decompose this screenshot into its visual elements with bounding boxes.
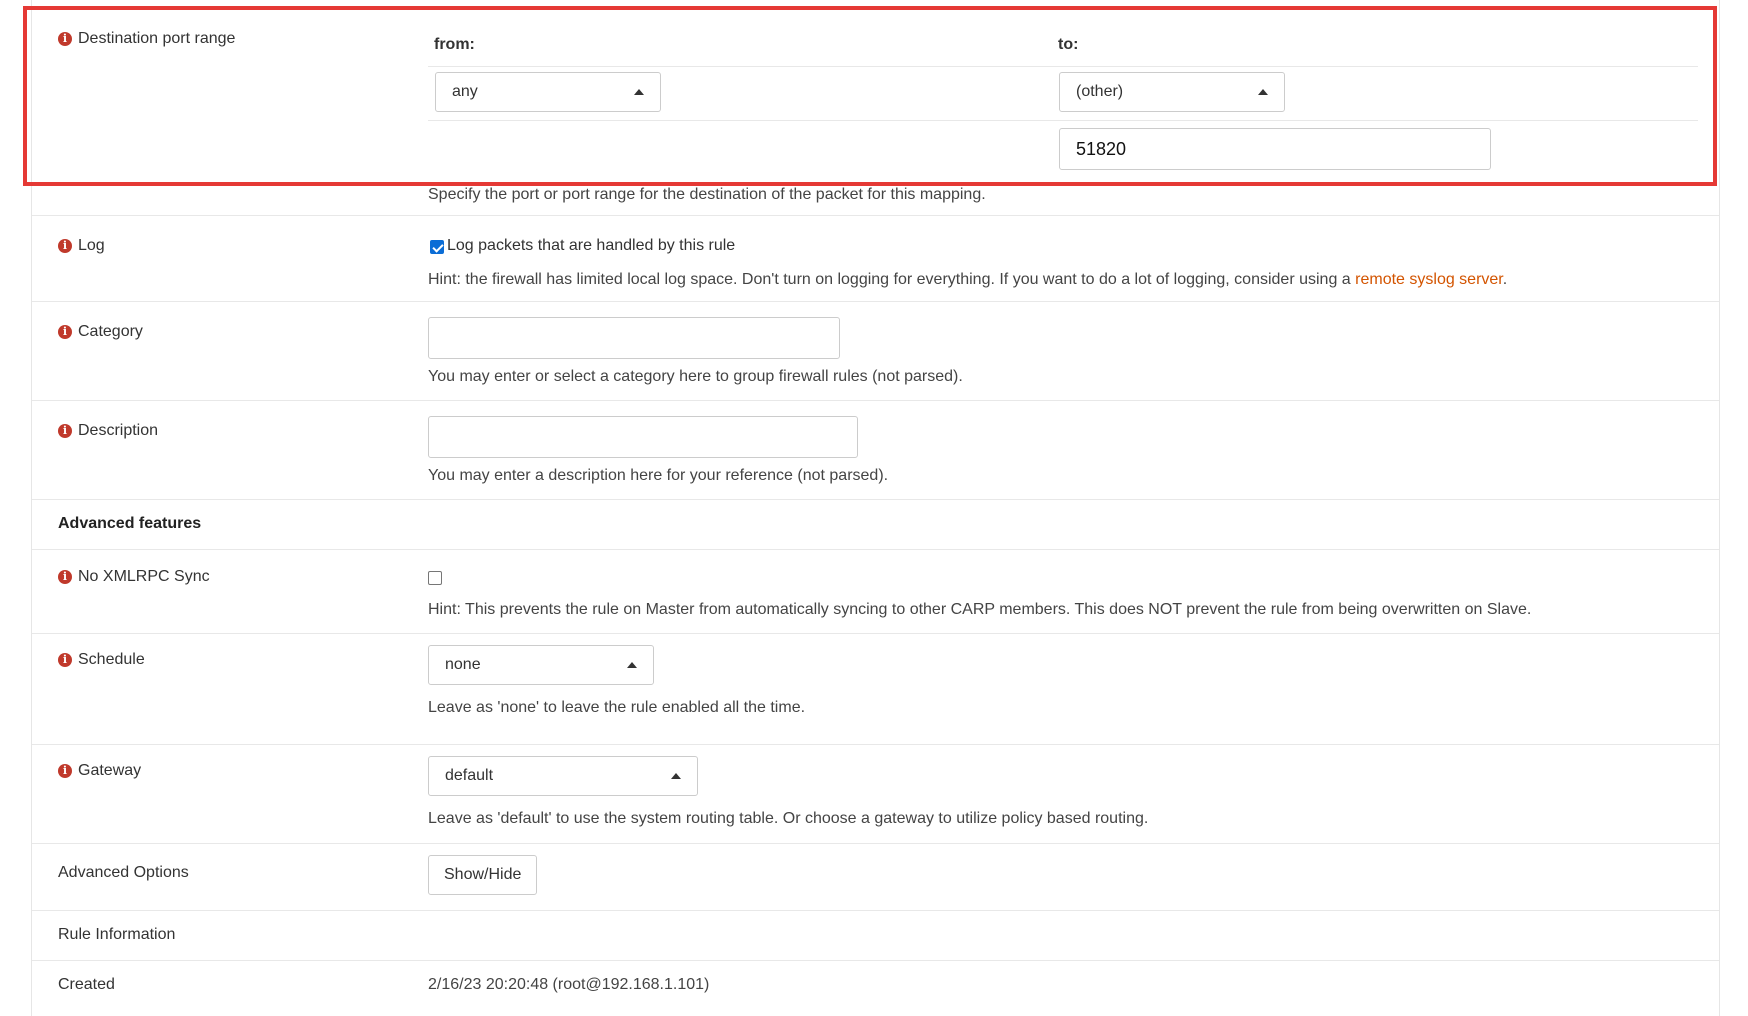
from-label: from: [434,36,475,53]
gateway-hint: Leave as 'default' to use the system rou… [428,810,1149,827]
advanced-features-heading: Advanced features [58,515,202,532]
caret-up-icon [671,773,681,779]
description-hint: You may enter a description here for you… [428,467,889,484]
info-icon[interactable]: i [58,32,72,46]
log-row: i Log Log packets that are handled by th… [32,215,1719,302]
to-port-select[interactable]: (other) [1059,72,1285,112]
show-hide-button[interactable]: Show/Hide [428,855,538,895]
gateway-select[interactable]: default [428,756,698,796]
category-hint: You may enter or select a category here … [428,368,963,385]
advanced-options-label: Advanced Options [58,864,189,881]
created-row: Created 2/16/23 20:20:48 (root@192.168.1… [32,960,1719,1016]
firewall-rule-form: i Destination port range from: to: any (… [31,0,1720,1016]
description-input[interactable] [428,416,858,458]
caret-up-icon [627,662,637,668]
gateway-label: i Gateway [58,762,141,780]
info-icon[interactable]: i [58,653,72,667]
created-label: Created [58,976,115,993]
destination-port-label: i Destination port range [58,30,235,48]
advanced-options-row: Advanced Options Show/Hide [32,843,1719,911]
xmlrpc-checkbox[interactable] [428,571,442,585]
destination-port-row: i Destination port range from: to: any (… [32,0,1719,216]
divider [428,120,1698,121]
schedule-row: i Schedule none Leave as 'none' to leave… [32,633,1719,745]
category-label: i Category [58,323,143,341]
schedule-select[interactable]: none [428,645,654,685]
created-value: 2/16/23 20:20:48 (root@192.168.1.101) [428,976,710,993]
category-row: i Category You may enter or select a cat… [32,301,1719,401]
destination-port-hint: Specify the port or port range for the d… [428,186,986,203]
info-icon[interactable]: i [58,424,72,438]
xmlrpc-row: i No XMLRPC Sync Hint: This prevents the… [32,549,1719,634]
remote-syslog-link[interactable]: remote syslog server [1355,271,1503,288]
log-label: i Log [58,237,105,255]
info-icon[interactable]: i [58,764,72,778]
info-icon[interactable]: i [58,570,72,584]
log-checkbox[interactable] [430,240,444,254]
rule-information-row: Rule Information [32,910,1719,961]
from-port-select[interactable]: any [435,72,661,112]
divider [428,66,1698,67]
xmlrpc-hint: Hint: This prevents the rule on Master f… [428,601,1532,618]
category-input[interactable] [428,317,840,359]
schedule-label: i Schedule [58,651,145,669]
rule-information-heading: Rule Information [58,926,176,943]
to-label: to: [1058,36,1079,53]
xmlrpc-label: i No XMLRPC Sync [58,568,210,586]
to-port-input[interactable]: 51820 [1059,128,1491,170]
schedule-hint: Leave as 'none' to leave the rule enable… [428,699,806,716]
description-row: i Description You may enter a descriptio… [32,400,1719,500]
info-icon[interactable]: i [58,325,72,339]
gateway-row: i Gateway default Leave as 'default' to … [32,744,1719,844]
caret-up-icon [634,89,644,95]
advanced-features-row: Advanced features [32,499,1719,550]
description-label: i Description [58,422,158,440]
info-icon[interactable]: i [58,239,72,253]
caret-up-icon [1258,89,1268,95]
log-checkbox-label[interactable]: Log packets that are handled by this rul… [447,237,735,255]
log-hint: Hint: the firewall has limited local log… [428,271,1508,288]
